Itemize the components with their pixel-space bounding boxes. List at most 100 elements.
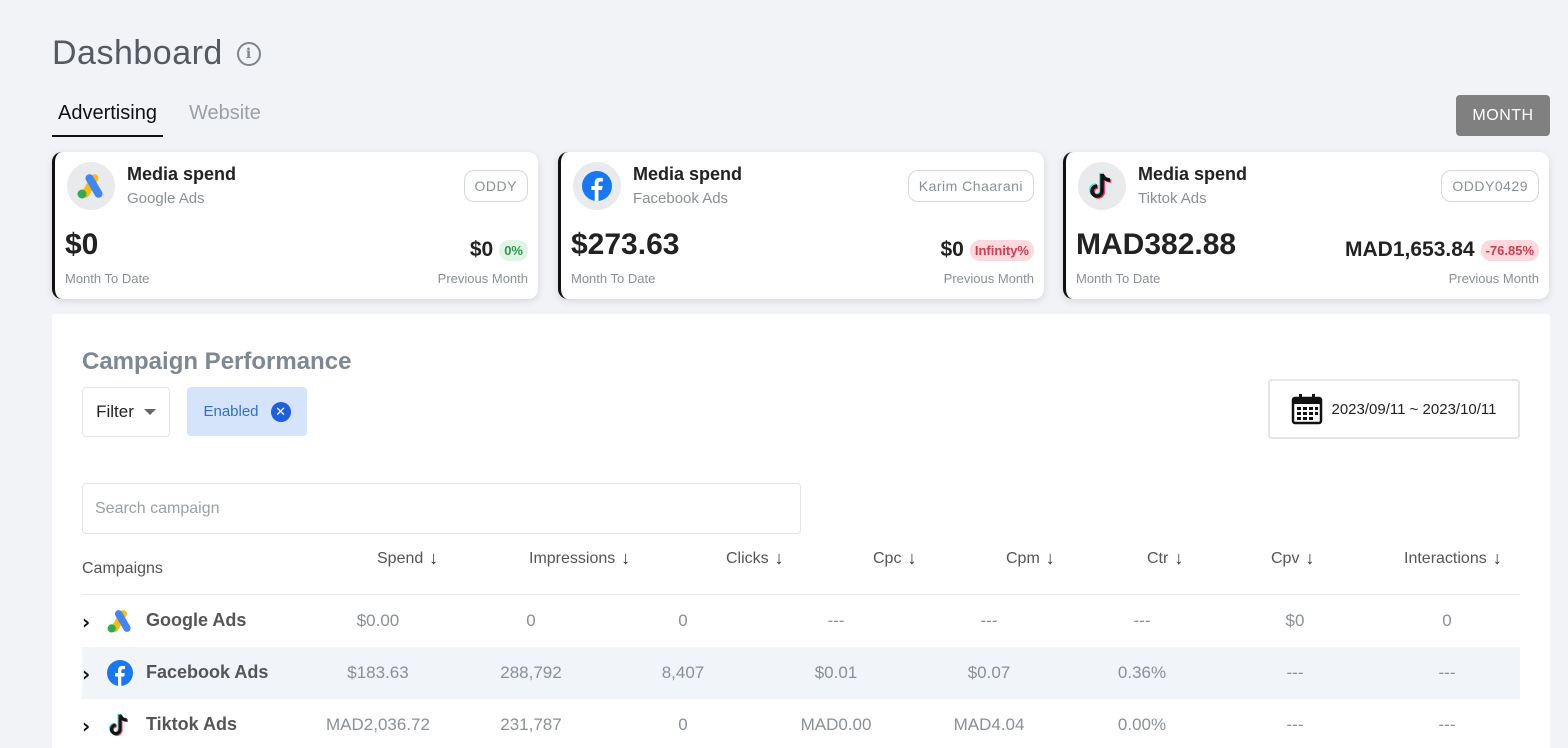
sort-arrow-icon: ↓ <box>907 548 917 568</box>
cell-impressions: 0 <box>526 611 536 630</box>
google-ads-icon <box>106 607 134 635</box>
media-spend-card-tiktok: Media spend Tiktok Ads ODDY0429 MAD382.8… <box>1063 152 1549 299</box>
column-header-label: Interactions <box>1404 549 1487 567</box>
change-badge: -76.85% <box>1480 239 1539 261</box>
tab-bar: Advertising Website <box>52 98 287 137</box>
column-header-label: Ctr <box>1147 549 1169 567</box>
chevron-right-icon[interactable]: › <box>82 610 90 634</box>
page-title: Dashboard i <box>52 34 261 73</box>
date-range-picker[interactable]: 2023/09/11 ~ 2023/10/11 <box>1268 379 1520 439</box>
cell-cpc: --- <box>827 611 845 630</box>
column-header-label: Cpv <box>1271 549 1300 567</box>
cell-cpv: $0 <box>1285 611 1305 630</box>
account-selector[interactable]: ODDY0429 <box>1441 170 1539 202</box>
previous-month-label: Previous Month <box>437 271 528 286</box>
card-title: Media spend <box>633 164 743 184</box>
filter-dropdown[interactable]: Filter <box>82 387 170 437</box>
month-button[interactable]: MONTH <box>1456 95 1550 136</box>
sort-arrow-icon: ↓ <box>1045 548 1055 568</box>
filter-label: Filter <box>96 402 134 421</box>
cell-interactions: 0 <box>1442 611 1452 630</box>
caret-down-icon <box>143 409 156 415</box>
previous-month-label: Previous Month <box>943 271 1034 286</box>
previous-month-label: Previous Month <box>1448 271 1539 286</box>
filter-chip-label: Enabled <box>203 403 259 420</box>
cell-interactions: --- <box>1438 715 1456 734</box>
column-header-interactions[interactable]: Interactions ↓ <box>1404 548 1502 569</box>
sort-arrow-icon: ↓ <box>621 548 631 568</box>
cell-ctr: 0.00% <box>1117 715 1167 734</box>
cell-clicks: 0 <box>678 715 688 734</box>
tiktok-icon <box>106 711 134 739</box>
campaign-name: Tiktok Ads <box>146 714 238 734</box>
column-header-label: Clicks <box>726 549 769 567</box>
column-header-impressions[interactable]: Impressions ↓ <box>529 548 630 569</box>
account-selector[interactable]: Karim Chaarani <box>907 170 1034 202</box>
cell-impressions: 288,792 <box>500 663 562 682</box>
column-header-label: Cpm <box>1006 549 1040 567</box>
cell-cpm: $0.07 <box>967 663 1011 682</box>
cell-ctr: --- <box>1133 611 1151 630</box>
column-header-spend[interactable]: Spend ↓ <box>377 548 438 569</box>
month-to-date-label: Month To Date <box>571 271 656 286</box>
campaign-name: Google Ads <box>146 610 247 630</box>
previous-month-block: MAD1,653.84 -76.85% <box>1345 238 1539 262</box>
month-to-date-label: Month To Date <box>1076 271 1161 286</box>
previous-month-value: MAD1,653.84 <box>1345 238 1475 261</box>
column-header-cpm[interactable]: Cpm ↓ <box>1006 548 1055 569</box>
close-icon[interactable]: ✕ <box>270 401 291 422</box>
chevron-right-icon[interactable]: › <box>82 662 90 686</box>
column-header-clicks[interactable]: Clicks ↓ <box>726 548 784 569</box>
column-header-label: Spend <box>377 549 424 567</box>
sort-arrow-icon: ↓ <box>1174 548 1184 568</box>
account-selector[interactable]: ODDY <box>463 170 528 202</box>
previous-month-value: $0 <box>940 238 964 261</box>
cell-cpm: --- <box>980 611 998 630</box>
panel-title: Campaign Performance <box>82 348 352 375</box>
campaign-performance-panel: Campaign Performance Filter Enabled ✕ 20… <box>52 314 1550 748</box>
filter-chip-enabled: Enabled ✕ <box>187 387 307 436</box>
column-header-label: Impressions <box>529 549 616 567</box>
date-range-text: 2023/09/11 ~ 2023/10/11 <box>1331 400 1497 418</box>
cell-spend: $183.63 <box>347 663 409 682</box>
cell-interactions: --- <box>1438 663 1456 682</box>
sort-arrow-icon: ↓ <box>1492 548 1502 568</box>
tab-website[interactable]: Website <box>183 98 267 137</box>
sort-arrow-icon: ↓ <box>1305 548 1315 568</box>
column-header-cpc[interactable]: Cpc ↓ <box>873 548 916 569</box>
month-to-date-value: $273.63 <box>571 228 680 261</box>
cell-ctr: 0.36% <box>1117 663 1167 682</box>
tab-advertising[interactable]: Advertising <box>52 98 163 137</box>
chevron-right-icon[interactable]: › <box>82 714 90 738</box>
cell-clicks: 8,407 <box>661 663 705 682</box>
cell-clicks: 0 <box>678 611 688 630</box>
media-spend-card-google: Media spend Google Ads ODDY $0 Month To … <box>52 152 538 299</box>
column-header-cpv[interactable]: Cpv ↓ <box>1271 548 1314 569</box>
card-platform: Facebook Ads <box>633 190 729 207</box>
cell-impressions: 231,787 <box>500 715 562 734</box>
card-platform: Tiktok Ads <box>1138 190 1207 207</box>
info-icon[interactable]: i <box>236 41 261 66</box>
card-platform: Google Ads <box>127 190 205 207</box>
sort-arrow-icon: ↓ <box>429 548 439 568</box>
column-header-campaigns: Campaigns <box>82 560 163 577</box>
facebook-icon <box>106 659 134 687</box>
change-badge: 0% <box>499 239 528 261</box>
cell-cpc: $0.01 <box>814 663 858 682</box>
calendar-icon <box>1292 394 1323 425</box>
card-title: Media spend <box>127 164 237 184</box>
previous-month-block: $0 0% <box>470 238 528 262</box>
table-row-facebook-ads[interactable]: › Facebook Ads $183.63 288,792 8,407 $0.… <box>82 647 1520 699</box>
campaign-name: Facebook Ads <box>146 662 269 682</box>
cell-spend: MAD2,036.72 <box>326 715 430 734</box>
card-title: Media spend <box>1138 164 1248 184</box>
cell-cpc: MAD0.00 <box>800 715 872 734</box>
google-ads-icon <box>67 162 115 210</box>
table-row-tiktok-ads[interactable]: › Tiktok Ads MAD2,036.72 231,787 0 MAD0.… <box>82 699 1520 748</box>
table-row-google-ads[interactable]: › Google Ads $0.00 0 0 --- --- --- $0 0 <box>82 595 1520 647</box>
search-campaign-input[interactable] <box>82 483 801 534</box>
column-header-label: Cpc <box>873 549 902 567</box>
cell-cpv: --- <box>1286 715 1304 734</box>
column-header-ctr[interactable]: Ctr ↓ <box>1147 548 1183 569</box>
month-to-date-value: $0 <box>65 228 99 261</box>
